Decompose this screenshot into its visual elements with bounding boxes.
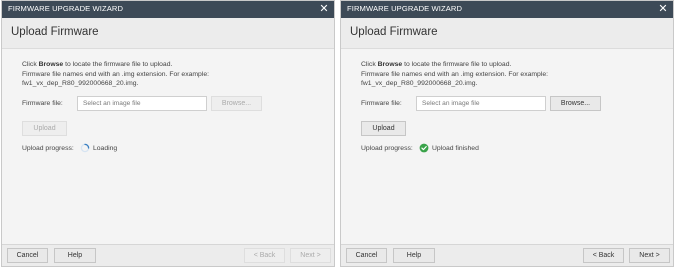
firmware-wizard-dialog-loading: FIRMWARE UPGRADE WIZARD ✕ Upload Firmwar… [1, 0, 335, 267]
cancel-button[interactable]: Cancel [7, 248, 48, 263]
upload-button: Upload [22, 121, 67, 136]
instructions-line1-suffix: to locate the firmware file to upload. [63, 61, 173, 68]
upload-status-text: Upload finished [432, 145, 479, 152]
dialog-title: FIRMWARE UPGRADE WIZARD [8, 4, 124, 13]
screenshot-stage: FIRMWARE UPGRADE WIZARD ✕ Upload Firmwar… [0, 0, 675, 267]
dialog-titlebar: FIRMWARE UPGRADE WIZARD ✕ [2, 1, 334, 18]
dialog-content: Click Browse to locate the firmware file… [341, 49, 673, 244]
instructions-text: Click Browse to locate the firmware file… [22, 60, 209, 89]
next-button[interactable]: Next > [629, 248, 670, 263]
upload-status-text: Loading [93, 145, 118, 152]
dialog-footer: Cancel Help < Back Next > [2, 244, 334, 266]
instructions-text: Click Browse to locate the firmware file… [361, 60, 548, 89]
help-button[interactable]: Help [54, 248, 96, 263]
browse-button: Browse... [211, 96, 262, 111]
close-icon[interactable]: ✕ [657, 2, 669, 16]
firmware-wizard-dialog-finished: FIRMWARE UPGRADE WIZARD ✕ Upload Firmwar… [340, 0, 674, 267]
instructions-line1-suffix: to locate the firmware file to upload. [402, 61, 512, 68]
firmware-file-label: Firmware file: [22, 100, 63, 107]
instructions-line2: Firmware file names end with an .img ext… [361, 70, 548, 78]
cancel-button[interactable]: Cancel [346, 248, 387, 263]
instructions-browse-keyword: Browse [38, 61, 64, 68]
browse-button[interactable]: Browse... [550, 96, 601, 111]
spinner-icon [80, 143, 90, 153]
dialog-content: Click Browse to locate the firmware file… [2, 49, 334, 244]
next-button: Next > [290, 248, 331, 263]
instructions-line1-prefix: Click [22, 61, 39, 68]
dialog-header: Upload Firmware [341, 18, 673, 49]
upload-progress-label: Upload progress: [22, 145, 74, 152]
dialog-footer: Cancel Help < Back Next > [341, 244, 673, 266]
firmware-file-input: Select an image file [77, 96, 207, 111]
instructions-line1-prefix: Click [361, 61, 378, 68]
instructions-line3: fw1_vx_dep_R80_992000668_20.img. [361, 80, 478, 88]
instructions-line2: Firmware file names end with an .img ext… [22, 70, 209, 78]
instructions-line3: fw1_vx_dep_R80_992000668_20.img. [22, 80, 139, 88]
firmware-file-label: Firmware file: [361, 100, 402, 107]
back-button[interactable]: < Back [583, 248, 624, 263]
dialog-title: FIRMWARE UPGRADE WIZARD [347, 4, 463, 13]
page-title: Upload Firmware [350, 26, 438, 38]
page-title: Upload Firmware [11, 26, 99, 38]
check-circle-icon [419, 143, 429, 153]
help-button[interactable]: Help [393, 248, 435, 263]
instructions-browse-keyword: Browse [377, 61, 403, 68]
dialog-header: Upload Firmware [2, 18, 334, 49]
back-button: < Back [244, 248, 285, 263]
firmware-file-input[interactable]: Select an image file [416, 96, 546, 111]
upload-progress-label: Upload progress: [361, 145, 413, 152]
close-icon[interactable]: ✕ [318, 2, 330, 16]
upload-button[interactable]: Upload [361, 121, 406, 136]
dialog-titlebar: FIRMWARE UPGRADE WIZARD ✕ [341, 1, 673, 18]
